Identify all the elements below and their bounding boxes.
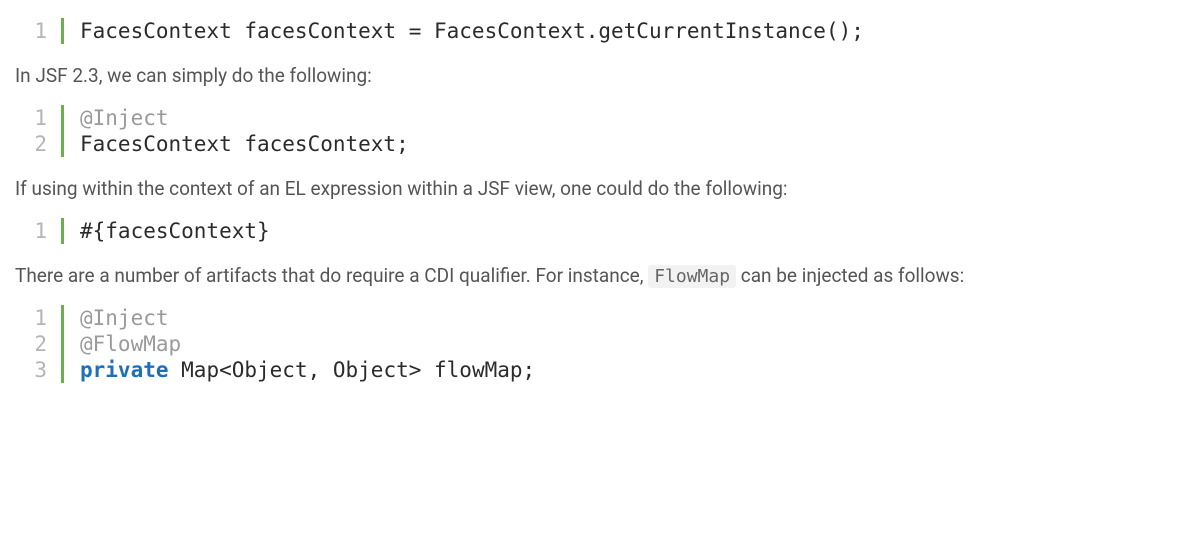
paragraph-3-text-before: There are a number of artifacts that do … <box>15 264 648 287</box>
code-line: FacesContext facesContext = FacesContext… <box>80 18 864 44</box>
paragraph-2: If using within the context of an EL exp… <box>15 175 1185 204</box>
line-gutter: 12 <box>33 105 64 158</box>
paragraph-3: There are a number of artifacts that do … <box>15 262 1185 291</box>
code-line: @Inject <box>80 105 409 131</box>
code-token: #{facesContext} <box>80 219 270 243</box>
code-token: private <box>80 358 169 382</box>
line-number: 1 <box>33 105 47 131</box>
code-token: Map<Object, Object> flowMap; <box>169 358 536 382</box>
line-gutter: 123 <box>33 305 64 384</box>
paragraph-3-text-after: can be injected as follows: <box>736 264 964 287</box>
code-block-2: 12 @InjectFacesContext facesContext; <box>33 105 1185 158</box>
code-line: FacesContext facesContext; <box>80 131 409 157</box>
line-number: 3 <box>33 357 47 383</box>
code-token: @FlowMap <box>80 332 181 356</box>
code-line: private Map<Object, Object> flowMap; <box>80 357 535 383</box>
code-block-1: 1 FacesContext facesContext = FacesConte… <box>33 18 1185 44</box>
paragraph-1: In JSF 2.3, we can simply do the followi… <box>15 62 1185 91</box>
code-lines: FacesContext facesContext = FacesContext… <box>64 18 864 44</box>
line-number: 1 <box>33 218 47 244</box>
line-number: 1 <box>33 18 47 44</box>
code-line: #{facesContext} <box>80 218 270 244</box>
line-number: 2 <box>33 131 47 157</box>
code-lines: @InjectFacesContext facesContext; <box>64 105 409 158</box>
code-line: @FlowMap <box>80 331 535 357</box>
code-lines: @Inject@FlowMapprivate Map<Object, Objec… <box>64 305 535 384</box>
code-token: FacesContext facesContext = FacesContext… <box>80 19 864 43</box>
line-number: 2 <box>33 331 47 357</box>
line-gutter: 1 <box>33 18 64 44</box>
line-number: 1 <box>33 305 47 331</box>
code-block-3: 1 #{facesContext} <box>33 218 1185 244</box>
code-token: @Inject <box>80 306 169 330</box>
code-lines: #{facesContext} <box>64 218 270 244</box>
code-block-4: 123 @Inject@FlowMapprivate Map<Object, O… <box>33 305 1185 384</box>
code-token: @Inject <box>80 106 169 130</box>
inline-code-flowmap: FlowMap <box>648 265 736 288</box>
code-token: FacesContext facesContext; <box>80 132 409 156</box>
line-gutter: 1 <box>33 218 64 244</box>
code-line: @Inject <box>80 305 535 331</box>
